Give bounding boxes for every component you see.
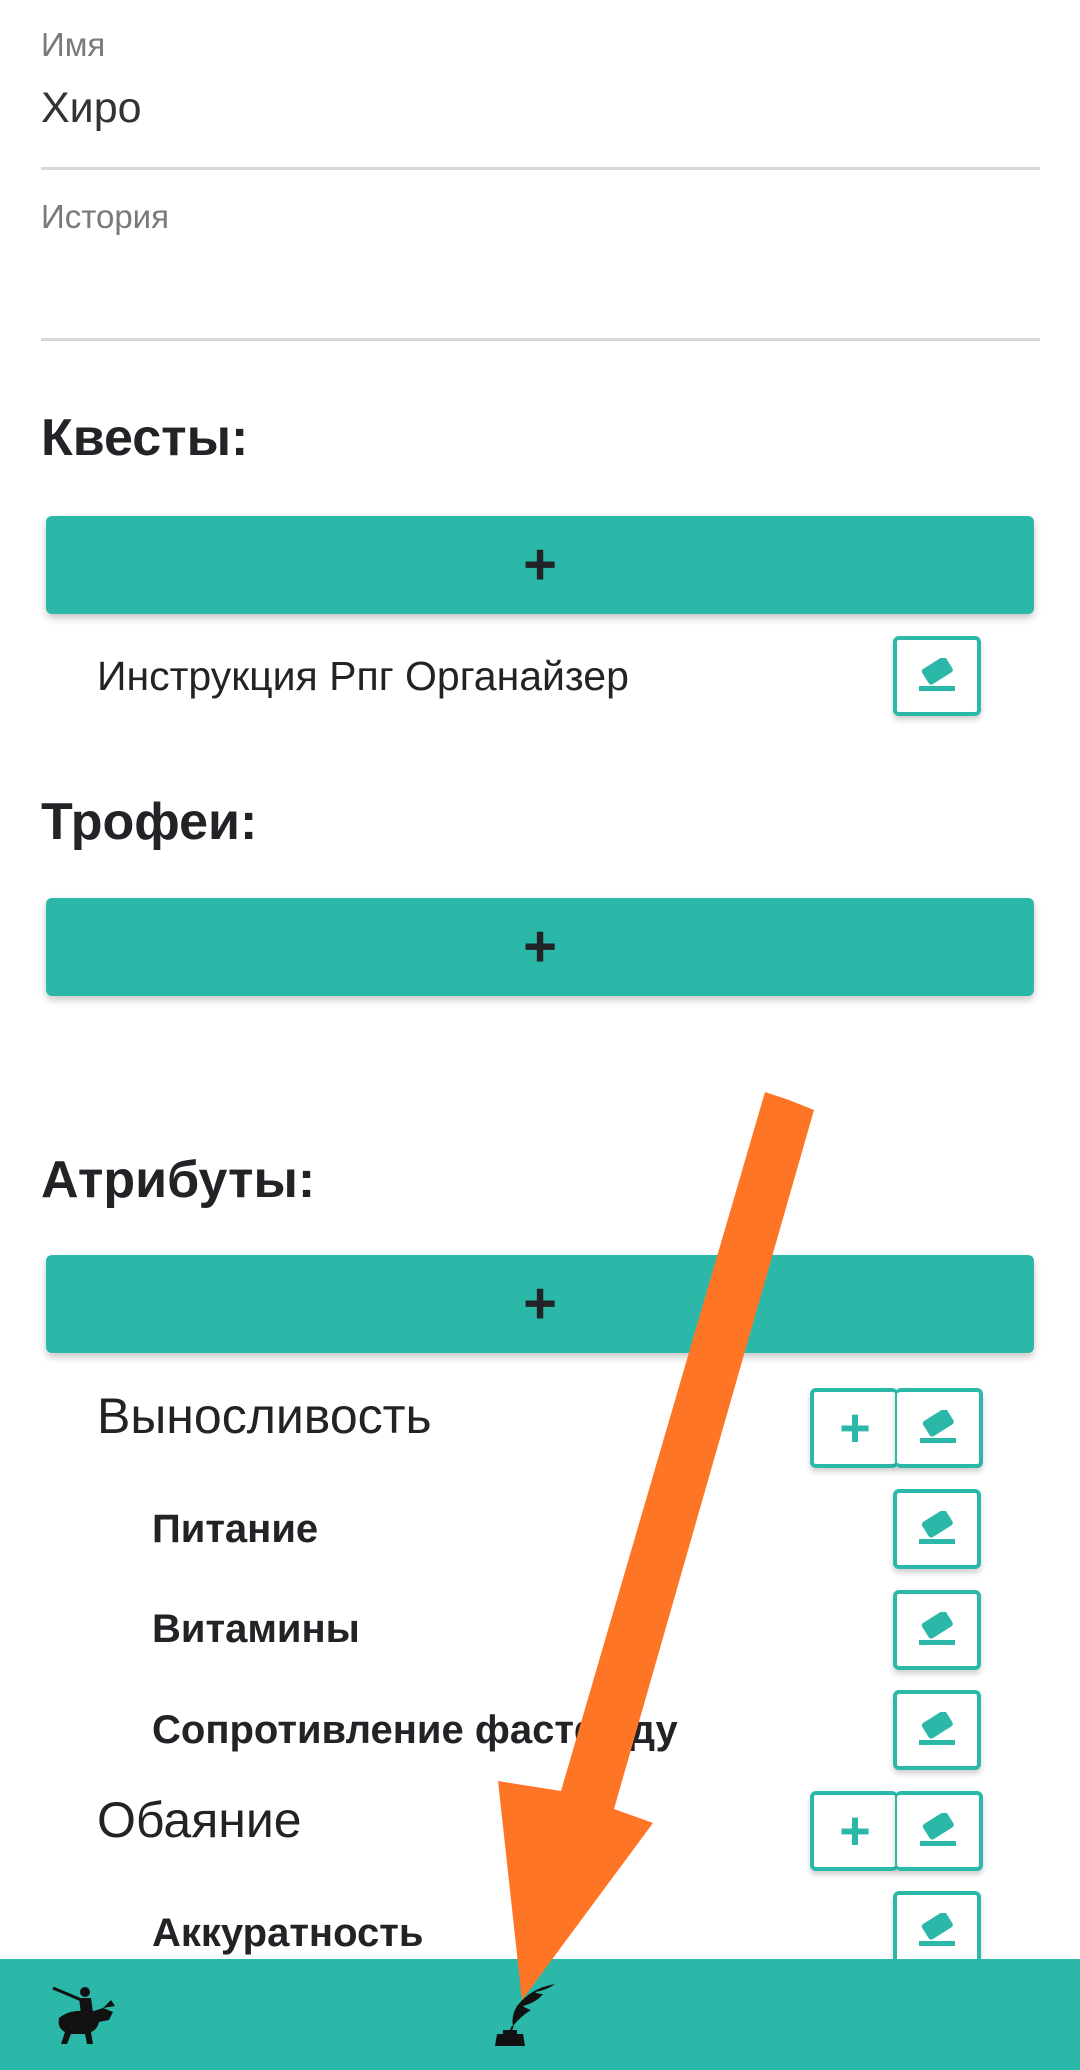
quill-inkwell-icon — [495, 1984, 555, 2046]
add-attribute-button[interactable]: + — [46, 1255, 1034, 1353]
plus-icon: + — [839, 1801, 871, 1861]
delete-subattribute-button[interactable] — [893, 1690, 981, 1770]
tab-journal[interactable] — [488, 1975, 564, 2055]
delete-subattribute-button[interactable] — [893, 1489, 981, 1569]
trophies-title: Трофеи: — [41, 793, 258, 851]
subattribute-item[interactable]: Витамины — [152, 1607, 360, 1652]
attribute-item[interactable]: Обаяние — [97, 1791, 302, 1849]
subattribute-item[interactable]: Питание — [152, 1507, 318, 1552]
eraser-icon — [919, 1612, 955, 1645]
eraser-icon — [919, 1913, 955, 1946]
eraser-icon — [919, 658, 955, 691]
quests-title: Квесты: — [41, 409, 249, 467]
plus-icon: + — [523, 532, 557, 597]
delete-subattribute-button[interactable] — [893, 1590, 981, 1670]
plus-icon: + — [523, 1271, 557, 1336]
subattribute-item[interactable]: Сопротивление фастфуду — [152, 1708, 678, 1753]
history-label: История — [41, 198, 169, 235]
eraser-icon — [919, 1712, 955, 1745]
attribute-item[interactable]: Выносливость — [97, 1387, 432, 1445]
name-value[interactable]: Хиро — [41, 84, 142, 133]
knight-icon — [52, 1986, 115, 2044]
name-field[interactable]: Имя Хиро — [41, 0, 1040, 170]
delete-attribute-button[interactable] — [895, 1791, 983, 1871]
plus-icon: + — [523, 914, 557, 979]
plus-icon: + — [839, 1398, 871, 1458]
subattribute-item[interactable]: Аккуратность — [152, 1911, 423, 1956]
eraser-icon — [920, 1410, 956, 1443]
history-field[interactable]: История — [41, 170, 1040, 341]
eraser-icon — [919, 1511, 955, 1544]
add-subattribute-button[interactable]: + — [810, 1388, 898, 1468]
delete-quest-button[interactable] — [893, 636, 981, 716]
delete-attribute-button[interactable] — [895, 1388, 983, 1468]
tab-hero[interactable] — [48, 1975, 124, 2055]
quest-item[interactable]: Инструкция Рпг Органайзер — [97, 653, 629, 700]
attributes-title: Атрибуты: — [41, 1151, 316, 1209]
eraser-icon — [920, 1813, 956, 1846]
add-trophy-button[interactable]: + — [46, 898, 1034, 996]
add-quest-button[interactable]: + — [46, 516, 1034, 614]
character-sheet-screen: Имя Хиро История Квесты: + Инструкция Рп… — [0, 0, 1080, 2070]
name-label: Имя — [41, 26, 106, 63]
add-subattribute-button[interactable]: + — [810, 1791, 898, 1871]
